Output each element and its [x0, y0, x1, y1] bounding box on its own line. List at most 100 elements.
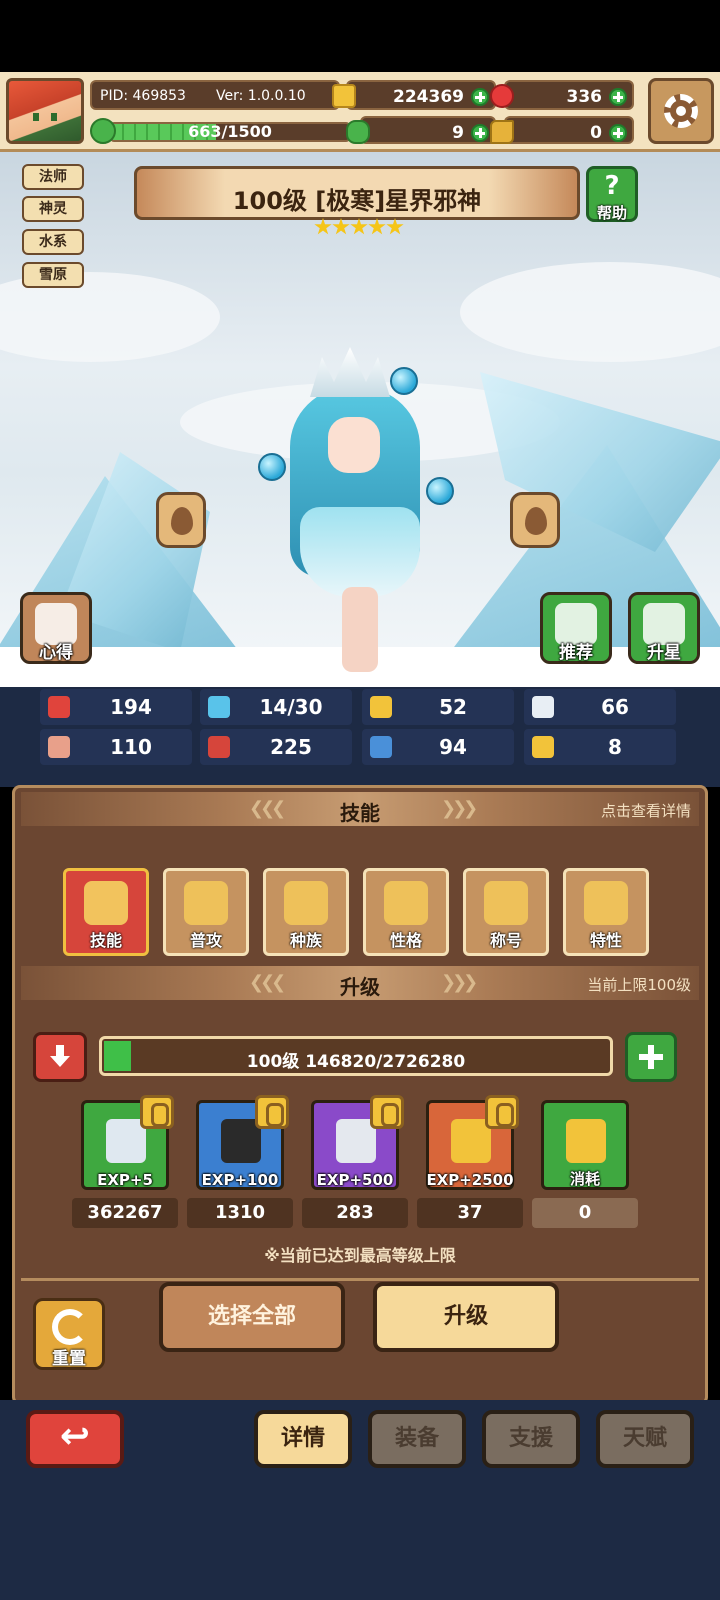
tag-habitat[interactable]: 雪原: [22, 262, 84, 288]
stat-value: 194: [110, 695, 152, 719]
exp-crystal-icon: [566, 1119, 606, 1163]
level-down-button[interactable]: [33, 1032, 87, 1082]
add-coins-button[interactable]: [471, 88, 489, 106]
stat-item[interactable]: 14/30: [200, 689, 352, 725]
add-clovers-button[interactable]: [471, 124, 489, 142]
skill-label: 种族: [289, 931, 322, 950]
horseshoe-icon: [532, 736, 554, 758]
tag-race[interactable]: 神灵: [22, 196, 84, 222]
star-icon: [386, 218, 404, 235]
star-icon: [350, 218, 368, 235]
avatar-eye: [33, 113, 39, 121]
character-face: [328, 417, 380, 473]
reset-button[interactable]: 重置: [33, 1298, 105, 1370]
skill-label: 性格: [389, 931, 422, 950]
stat-item[interactable]: 8: [524, 729, 676, 765]
skill-slot[interactable]: 种族: [263, 868, 349, 956]
add-keys-button[interactable]: [609, 124, 627, 142]
max-level-note: ※当前已达到最高等级上限: [264, 1246, 456, 1265]
star-icon: [314, 218, 332, 235]
cloud: [460, 262, 720, 362]
chevron-right-icon: ❯❯❯: [441, 798, 478, 819]
skill-icon: [384, 881, 428, 925]
left-arrow-icon: [171, 507, 193, 535]
player-avatar[interactable]: [6, 78, 84, 144]
top-bar: PID: 469853 Ver: 1.0.0.10 224369 336 663…: [0, 72, 720, 152]
stat-value: 52: [439, 695, 467, 719]
prev-character-button[interactable]: [156, 492, 206, 548]
skills-title: 技能: [340, 801, 380, 825]
skill-slot[interactable]: 普攻: [163, 868, 249, 956]
character-sprite[interactable]: [250, 347, 470, 677]
star-up-button[interactable]: 升星: [628, 592, 700, 664]
book-icon: [208, 736, 230, 758]
ice-orb: [390, 367, 418, 395]
select-all-button[interactable]: 选择全部: [159, 1282, 345, 1352]
energy-clover-icon: [90, 118, 116, 144]
stat-item[interactable]: 225: [200, 729, 352, 765]
level-cap-hint: 当前上限100级: [587, 976, 691, 994]
energy-bar-track: 663/1500: [110, 122, 350, 142]
coin-icon: [332, 84, 356, 108]
help-button[interactable]: ? 帮助: [586, 166, 638, 222]
level-progress-bar: 100级 146820/2726280: [99, 1036, 613, 1076]
character-legs: [342, 587, 378, 672]
exp-item[interactable]: EXP+500: [311, 1095, 404, 1190]
upgrade-button[interactable]: 升级: [373, 1282, 559, 1352]
tab-support[interactable]: 支援: [482, 1410, 580, 1468]
skill-icon: [84, 881, 128, 925]
skills-header: ❮❮❮ 技能 ❯❯❯ 点击查看详情: [21, 792, 699, 826]
avatar-eye: [51, 113, 57, 121]
stat-value: 110: [110, 735, 152, 759]
exp-item[interactable]: EXP+5: [81, 1095, 174, 1190]
gem-counter: 336: [490, 80, 634, 110]
exp-item-label: 消耗: [569, 1170, 600, 1188]
stat-item[interactable]: 110: [40, 729, 192, 765]
chevron-right-icon: ❯❯❯: [441, 972, 478, 993]
exp-item[interactable]: EXP+100: [196, 1095, 289, 1190]
right-arrow-icon: [525, 507, 547, 535]
exp-item-count: 0: [532, 1198, 638, 1228]
recommend-button[interactable]: 推荐: [540, 592, 612, 664]
stat-item[interactable]: 52: [362, 689, 514, 725]
game-screen: PID: 469853 Ver: 1.0.0.10 224369 336 663…: [0, 0, 720, 1600]
stat-item[interactable]: 66: [524, 689, 676, 725]
tab-talent[interactable]: 天赋: [596, 1410, 694, 1468]
skill-slot[interactable]: 性格: [363, 868, 449, 956]
coin-value: 224369: [393, 87, 464, 107]
character-title: 100级 [极寒]星界邪神: [232, 187, 482, 215]
exp-item[interactable]: 消耗: [541, 1100, 629, 1190]
player-info-panel: PID: 469853 Ver: 1.0.0.10: [90, 80, 340, 110]
skill-icon: [184, 881, 228, 925]
skill-label: 普攻: [189, 931, 222, 950]
notes-button[interactable]: 心得: [20, 592, 92, 664]
skill-slot[interactable]: 技能: [63, 868, 149, 956]
exp-item-label: EXP+500: [316, 1171, 394, 1189]
tab-details[interactable]: 详情: [254, 1410, 352, 1468]
level-up-button[interactable]: [625, 1032, 677, 1082]
stat-item[interactable]: 194: [40, 689, 192, 725]
stat-item[interactable]: 94: [362, 729, 514, 765]
skill-icon: [584, 881, 628, 925]
lock-badge-icon: [140, 1095, 174, 1129]
add-gems-button[interactable]: [609, 88, 627, 106]
tag-class[interactable]: 法师: [22, 164, 84, 190]
tab-equipment[interactable]: 装备: [368, 1410, 466, 1468]
settings-button[interactable]: [648, 78, 714, 144]
star-up-label: 升星: [647, 643, 681, 663]
skill-slot[interactable]: 称号: [463, 868, 549, 956]
key-counter: 0: [490, 116, 634, 144]
upgrade-header: ❮❮❮ 升级 ❯❯❯ 当前上限100级: [21, 966, 699, 1000]
exp-item-label: EXP+100: [201, 1171, 279, 1189]
exp-item[interactable]: EXP+2500: [426, 1095, 519, 1190]
skills-hint[interactable]: 点击查看详情: [601, 800, 691, 821]
skill-slot[interactable]: 特性: [563, 868, 649, 956]
skill-label: 特性: [589, 931, 622, 950]
stat-value: 225: [270, 735, 312, 759]
ice-orb: [426, 477, 454, 505]
next-character-button[interactable]: [510, 492, 560, 548]
gear-icon: [664, 94, 698, 128]
key-icon: [490, 120, 514, 144]
tag-element[interactable]: 水系: [22, 229, 84, 255]
back-button[interactable]: [26, 1410, 124, 1468]
